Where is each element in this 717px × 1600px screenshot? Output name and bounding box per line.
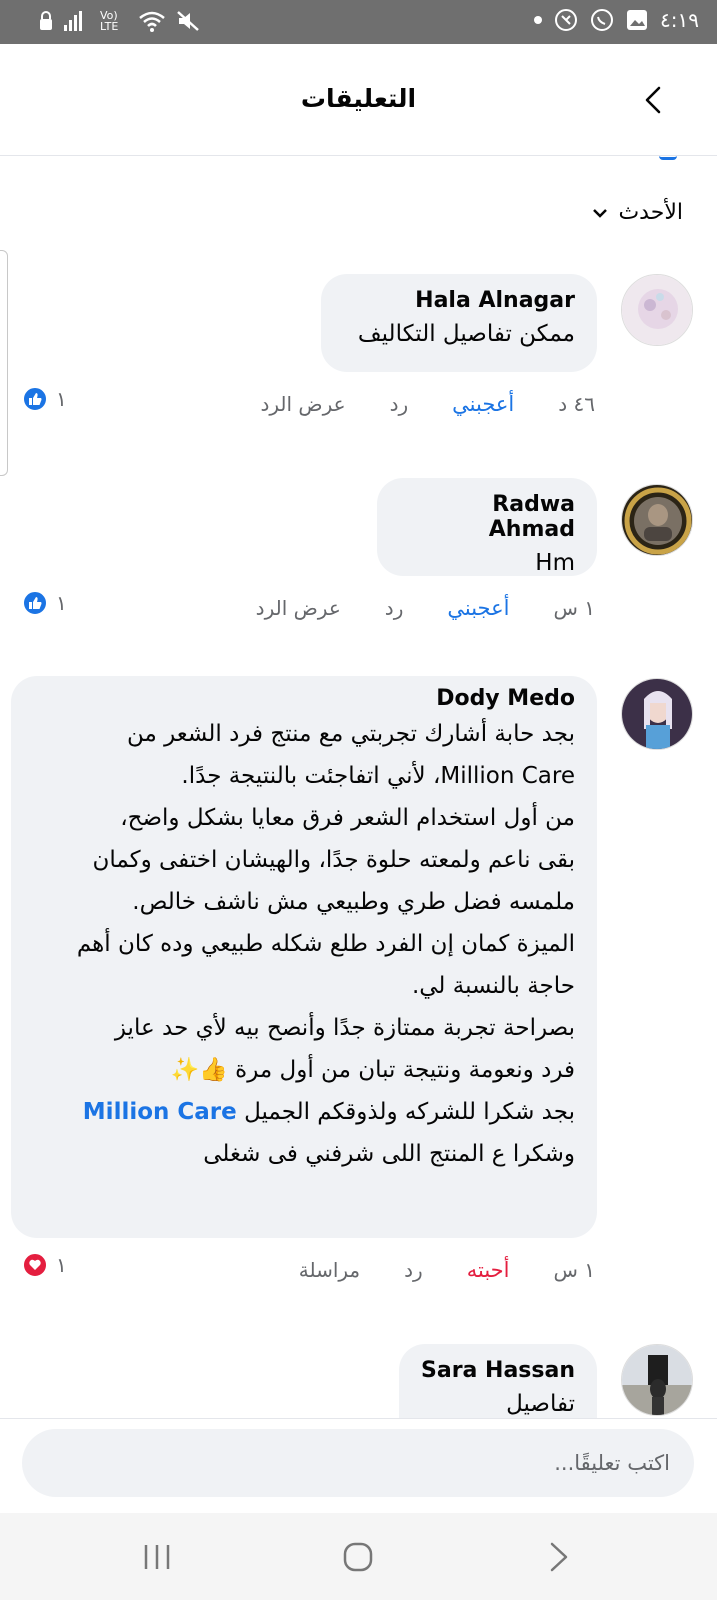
avatar[interactable]	[621, 678, 693, 750]
back-chevron-icon[interactable]	[639, 84, 669, 116]
comment-author[interactable]: Radwa Ahmad	[399, 492, 575, 542]
comment-actions: ١ س أعجبني رد عرض الرد	[212, 596, 595, 620]
comment-author[interactable]: Dody Medo	[33, 686, 575, 711]
comment-line: بصراحة تجربة ممتازة جدًا وأنصح بيه لأي ح…	[114, 1015, 575, 1041]
side-panel-edge	[0, 250, 8, 476]
status-bar: Vo) LTE ٤:١٩	[0, 0, 717, 44]
comment-bubble[interactable]: Hala Alnagar ممكن تفاصيل التكاليف	[321, 274, 597, 372]
signal-icon	[64, 11, 82, 31]
reaction-summary[interactable]: ١	[22, 1252, 67, 1278]
message-button[interactable]: مراسلة	[299, 1258, 360, 1282]
comment-line: فرد ونعومة ونتيجة تبان من أول مرة 👍✨	[170, 1057, 575, 1083]
comment-line: بجد شكرا للشركه ولذوقكم الجميل Million C…	[33, 1091, 575, 1133]
comment-actions: ١ س أحبته رد مراسلة	[255, 1258, 595, 1282]
reply-button[interactable]: رد	[404, 1258, 423, 1282]
reaction-count: ١	[56, 387, 67, 411]
comment-text: ممكن تفاصيل التكاليف	[357, 321, 575, 347]
avatar-image	[622, 485, 692, 555]
avatar-image	[622, 275, 692, 345]
comment: Sara Hassan تفاصيل	[0, 1340, 717, 1418]
view-replies-button[interactable]: عرض الرد	[260, 392, 345, 416]
comment-line: الميزة كمان إن الفرد طلع شكله طبيعي وده …	[76, 931, 575, 957]
comment-text: Hm	[535, 550, 575, 576]
comment-line: Million Care، لأني اتفاجئت بالنتيجة جدًا…	[181, 763, 575, 789]
gallery-icon	[627, 10, 648, 30]
like-button[interactable]: أعجبني	[452, 392, 514, 416]
comment-actions: ٤٦ د أعجبني رد عرض الرد	[216, 392, 595, 416]
wifi-icon	[139, 11, 165, 32]
comment-composer: اكتب تعليقًا...	[0, 1418, 717, 1513]
love-reaction-icon	[22, 1252, 48, 1278]
comment-time: ٤٦ د	[558, 392, 595, 416]
comment-text: تفاصيل	[506, 1391, 575, 1417]
back-nav-icon[interactable]	[548, 1541, 570, 1573]
reaction-count: ١	[56, 591, 67, 615]
app-icon	[555, 9, 578, 31]
avatar-image	[622, 679, 692, 749]
comment-author[interactable]: Sara Hassan	[421, 1358, 575, 1383]
network-label: Vo) LTE	[100, 9, 119, 33]
comment-bubble[interactable]: Dody Medo بجد حابة أشارك تجربتي مع منتج …	[11, 676, 597, 1238]
header: التعليقات	[0, 44, 717, 156]
love-button[interactable]: أحبته	[467, 1258, 510, 1282]
whatsapp-icon	[591, 9, 614, 31]
comment-time: ١ س	[553, 1258, 595, 1282]
lock-icon	[40, 11, 52, 30]
clock: ٤:١٩	[660, 8, 699, 32]
comment-author[interactable]: Hala Alnagar	[343, 288, 575, 313]
like-reaction-icon	[22, 386, 48, 412]
recent-apps-icon[interactable]	[142, 1543, 172, 1571]
reaction-summary[interactable]: ١	[22, 386, 67, 412]
reply-button[interactable]: رد	[390, 392, 409, 416]
avatar[interactable]	[621, 484, 693, 556]
comment-input[interactable]: اكتب تعليقًا...	[22, 1429, 694, 1497]
reaction-summary[interactable]: ١	[22, 590, 67, 616]
home-icon[interactable]	[342, 1541, 374, 1573]
sort-label: الأحدث	[618, 200, 683, 225]
reply-button[interactable]: رد	[385, 596, 404, 620]
comment-bubble[interactable]: Sara Hassan تفاصيل	[399, 1344, 597, 1418]
view-replies-button[interactable]: عرض الرد	[256, 596, 341, 620]
brand-tag-link[interactable]: Million Care	[83, 1099, 237, 1125]
comment-line: بقى ناعم ولمعته حلوة جدًا، والهيشان اختف…	[92, 847, 575, 873]
like-reaction-icon	[22, 590, 48, 616]
comment-line: من أول استخدام الشعر فرق معايا بشكل واضح…	[120, 805, 575, 831]
reaction-count: ١	[56, 1253, 67, 1277]
comment-bubble[interactable]: Radwa Ahmad Hm	[377, 478, 597, 576]
avatar-image	[622, 1345, 692, 1415]
comment-line: حاجة بالنسبة لي.	[411, 973, 575, 999]
like-button[interactable]: أعجبني	[447, 596, 509, 620]
page-title: التعليقات	[300, 84, 417, 113]
avatar[interactable]	[621, 274, 693, 346]
status-left-icons: Vo) LTE	[38, 10, 200, 32]
comment-time: ١ س	[553, 596, 595, 620]
system-nav-bar	[0, 1513, 717, 1600]
scroll-hint	[659, 156, 677, 160]
notification-dot-icon	[534, 16, 543, 24]
comment-line: بجد حابة أشارك تجربتي مع منتج فرد الشعر …	[126, 721, 575, 747]
comment-line: وشكرا ع المنتج اللى شرفني فى شغلى	[203, 1141, 575, 1167]
status-right-icons: ٤:١٩	[534, 8, 699, 32]
chevron-down-icon	[593, 208, 608, 218]
mute-icon	[177, 11, 199, 31]
avatar[interactable]	[621, 1344, 693, 1416]
thanks-text: بجد شكرا للشركه ولذوقكم الجميل	[244, 1099, 575, 1125]
comment-line: ملمسه فضل طري وطبيعي مش ناشف خالص.	[132, 889, 575, 915]
sort-dropdown[interactable]: الأحدث	[592, 200, 683, 225]
